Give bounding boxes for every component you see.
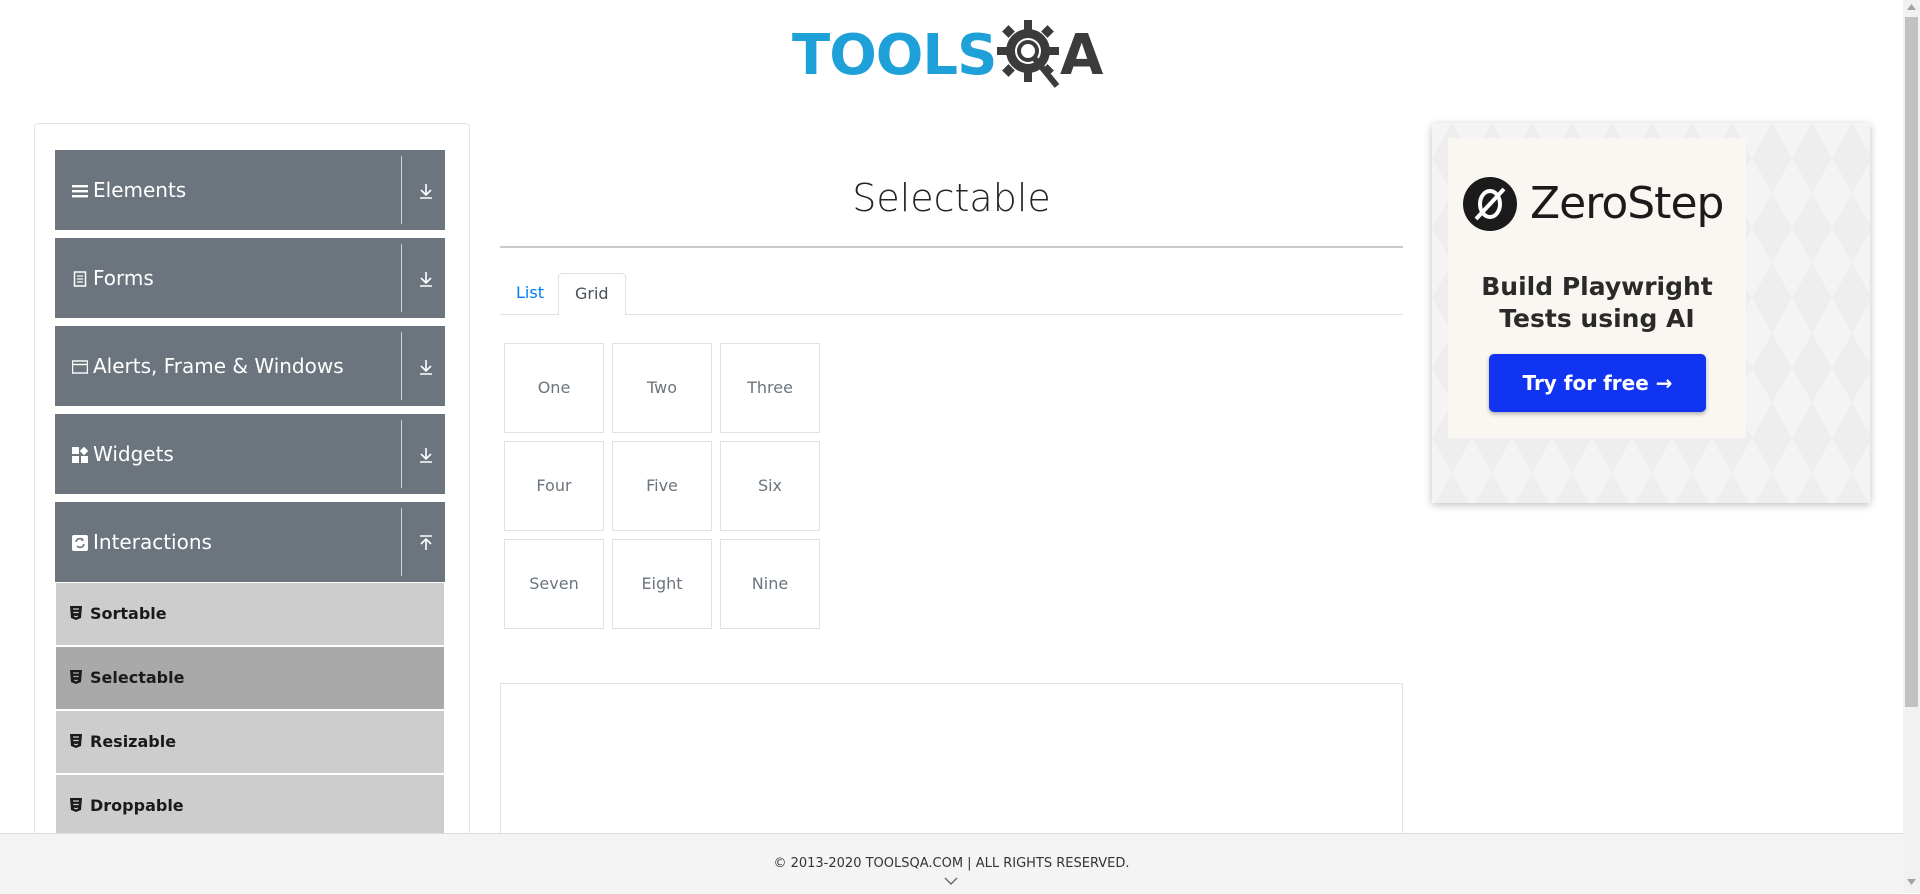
html5-icon xyxy=(70,606,82,620)
logo-text-a: A xyxy=(1060,23,1103,88)
ad-brand: ZeroStep xyxy=(1530,178,1724,229)
sidebar-item-label: Droppable xyxy=(90,796,184,815)
download-arrow-icon xyxy=(420,360,432,375)
tab-bar: List Grid xyxy=(500,273,1403,316)
sidebar-group-label: Alerts, Frame & Windows xyxy=(93,354,344,378)
sidebar-item-label: Selectable xyxy=(90,668,185,687)
grid-item[interactable]: Four xyxy=(504,441,604,531)
sidebar-item-sortable[interactable]: Sortable xyxy=(56,583,444,645)
tab-list[interactable]: List xyxy=(500,273,560,313)
chevron-down-icon[interactable] xyxy=(944,877,958,886)
vertical-scrollbar[interactable] xyxy=(1903,0,1920,893)
sidebar-item-label: Resizable xyxy=(90,732,177,751)
tab-grid[interactable]: Grid xyxy=(558,273,626,316)
window-icon xyxy=(72,360,88,374)
sidebar-item-droppable[interactable]: Droppable xyxy=(56,775,444,837)
html5-icon xyxy=(70,798,82,812)
ad-tagline-line1: Build Playwright xyxy=(1481,272,1713,301)
sidebar-item-label: Sortable xyxy=(90,604,167,623)
grid-item[interactable]: Three xyxy=(720,343,820,433)
left-sidebar: Elements Forms Alerts, Frame & Windows W… xyxy=(34,123,470,894)
refresh-icon xyxy=(72,535,88,551)
sidebar-item-resizable[interactable]: Resizable xyxy=(56,711,444,773)
sidebar-group-forms[interactable]: Forms xyxy=(55,238,445,318)
grid-item[interactable]: Six xyxy=(720,441,820,531)
html5-icon xyxy=(70,670,82,684)
logo-text-tools: TOOLS xyxy=(792,23,997,88)
scroll-up-arrow-icon[interactable] xyxy=(1907,4,1916,10)
grid-item[interactable]: Eight xyxy=(612,539,712,629)
download-arrow-icon xyxy=(420,272,432,287)
title-divider xyxy=(500,246,1403,248)
ad-tagline: Build Playwright Tests using AI xyxy=(1448,271,1746,335)
divider xyxy=(401,420,402,488)
grid-item[interactable]: Nine xyxy=(720,539,820,629)
grid-item[interactable]: Two xyxy=(612,343,712,433)
zerostep-logo-icon xyxy=(1463,177,1517,231)
scroll-down-arrow-icon[interactable] xyxy=(1907,879,1916,885)
gear-magnifier-icon xyxy=(997,20,1060,88)
sidebar-group-label: Interactions xyxy=(93,530,212,554)
download-arrow-icon xyxy=(420,184,432,199)
divider xyxy=(401,332,402,400)
document-icon xyxy=(73,271,87,287)
menu-icon xyxy=(72,185,88,198)
sidebar-group-label: Forms xyxy=(93,266,154,290)
sidebar-group-elements[interactable]: Elements xyxy=(55,150,445,230)
ad-tagline-line2: Tests using AI xyxy=(1499,304,1695,333)
sidebar-group-label: Widgets xyxy=(93,442,174,466)
footer: © 2013-2020 TOOLSQA.COM | ALL RIGHTS RES… xyxy=(0,833,1903,894)
widgets-icon xyxy=(72,447,88,463)
download-arrow-icon xyxy=(420,448,432,463)
html5-icon xyxy=(70,734,82,748)
sidebar-group-interactions[interactable]: Interactions xyxy=(55,502,445,582)
grid-item[interactable]: Five xyxy=(612,441,712,531)
upload-arrow-icon xyxy=(420,535,432,550)
toolsqa-logo[interactable]: TOOLS A xyxy=(792,14,1116,94)
footer-copyright: © 2013-2020 TOOLSQA.COM | ALL RIGHTS RES… xyxy=(773,856,1130,871)
try-for-free-button[interactable]: Try for free → xyxy=(1489,354,1706,412)
grid-item[interactable]: Seven xyxy=(504,539,604,629)
divider xyxy=(401,244,402,312)
page-title: Selectable xyxy=(852,176,1051,220)
slashed-zero-icon xyxy=(1474,187,1506,221)
ad-card: ZeroStep Build Playwright Tests using AI… xyxy=(1448,138,1746,438)
divider xyxy=(401,508,402,576)
sidebar-group-label: Elements xyxy=(93,178,187,202)
sidebar-item-selectable[interactable]: Selectable xyxy=(56,647,444,709)
sidebar-group-alerts[interactable]: Alerts, Frame & Windows xyxy=(55,326,445,406)
advertisement[interactable]: ZeroStep Build Playwright Tests using AI… xyxy=(1432,123,1870,503)
sidebar-group-widgets[interactable]: Widgets xyxy=(55,414,445,494)
scrollbar-thumb[interactable] xyxy=(1905,17,1918,707)
grid-item[interactable]: One xyxy=(504,343,604,433)
divider xyxy=(401,156,402,224)
